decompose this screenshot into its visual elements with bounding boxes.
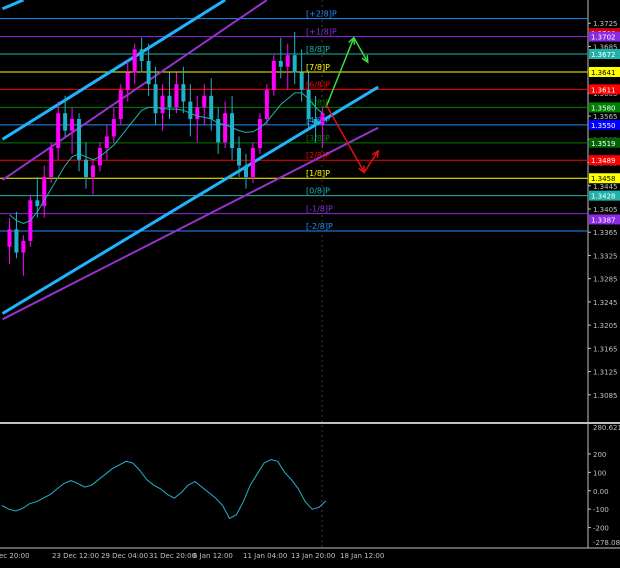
candle-body bbox=[125, 72, 130, 90]
candle-body bbox=[49, 148, 54, 178]
price-tick-label: 1.3325 bbox=[593, 252, 618, 260]
price-label-text: 1.3489 bbox=[591, 157, 616, 165]
murrey-level-label: [+1/8]P bbox=[306, 28, 337, 37]
forex-chart: 1.37251.36851.36451.36051.35651.35251.34… bbox=[0, 0, 620, 564]
candle-body bbox=[320, 113, 325, 125]
time-tick-label: 6 Jan 12:00 bbox=[193, 552, 233, 560]
osc-top-value: 280.6215 bbox=[593, 424, 620, 432]
osc-tick-label: -200 bbox=[593, 525, 609, 533]
osc-tick-label: 100 bbox=[593, 469, 606, 477]
price-label-text: 1.3550 bbox=[591, 122, 616, 130]
candle-body bbox=[132, 49, 137, 73]
time-tick-label: 13 Jan 20:00 bbox=[291, 552, 335, 560]
candle-body bbox=[146, 60, 151, 85]
murrey-level-label: [7/8]P bbox=[306, 63, 330, 72]
price-tick-label: 1.3285 bbox=[593, 276, 618, 284]
murrey-level-label: [1/8]P bbox=[306, 169, 330, 178]
candle-body bbox=[230, 113, 235, 149]
candle-body bbox=[188, 101, 193, 120]
candle-body bbox=[237, 148, 242, 166]
price-label-text: 1.3519 bbox=[591, 140, 616, 148]
candle-body bbox=[7, 229, 12, 247]
price-tick-label: 1.3165 bbox=[593, 345, 618, 353]
price-label-text: 1.3580 bbox=[591, 104, 616, 112]
candle-body bbox=[84, 159, 88, 178]
price-tick-label: 1.3445 bbox=[593, 183, 618, 191]
price-tick-label: 1.3205 bbox=[593, 322, 618, 330]
time-tick-label: 20 Dec 20:00 bbox=[0, 552, 30, 560]
candle-body bbox=[21, 240, 26, 253]
chart-svg: 1.37251.36851.36451.36051.35651.35251.34… bbox=[0, 0, 620, 564]
time-tick-label: 29 Dec 04:00 bbox=[101, 552, 148, 560]
candle-body bbox=[118, 89, 123, 120]
candle-body bbox=[271, 60, 276, 90]
murrey-level-label: [3/8]P bbox=[306, 134, 330, 143]
price-label-text: 1.3428 bbox=[591, 193, 616, 201]
murrey-level-label: [8/8]P bbox=[306, 45, 330, 54]
candle-body bbox=[299, 72, 304, 90]
candle-body bbox=[292, 55, 297, 73]
osc-tick-label: 0.00 bbox=[593, 488, 609, 496]
candle-body bbox=[195, 107, 200, 120]
price-label-text: 1.3458 bbox=[591, 175, 616, 183]
murrey-level-label: [6/8]P bbox=[306, 80, 330, 89]
candle-body bbox=[202, 95, 207, 108]
price-tick-label: 1.3725 bbox=[593, 20, 618, 28]
price-label-text: 1.3387 bbox=[591, 216, 616, 224]
murrey-level-label: [-1/8]P bbox=[306, 205, 333, 214]
osc-tick-label: 200 bbox=[593, 451, 606, 459]
time-tick-label: 11 Jan 04:00 bbox=[243, 552, 287, 560]
price-tick-label: 1.3405 bbox=[593, 206, 618, 214]
candle-body bbox=[56, 113, 61, 149]
candle-body bbox=[181, 84, 186, 102]
price-tick-label: 1.3125 bbox=[593, 369, 618, 377]
price-tick-label: 1.3365 bbox=[593, 229, 618, 237]
price-tick-label: 1.3245 bbox=[593, 299, 618, 307]
candle-body bbox=[257, 119, 262, 149]
candle-body bbox=[104, 136, 109, 149]
candle-body bbox=[70, 119, 75, 131]
candle-body bbox=[306, 89, 311, 120]
candle-body bbox=[244, 165, 248, 178]
time-tick-label: 23 Dec 12:00 bbox=[52, 552, 99, 560]
candle-body bbox=[209, 95, 214, 120]
candle-body bbox=[285, 55, 290, 67]
candle-body bbox=[278, 60, 283, 67]
osc-bottom-value: -278.0845 bbox=[593, 539, 620, 547]
candle-body bbox=[160, 95, 165, 114]
osc-tick-label: -100 bbox=[593, 506, 609, 514]
price-label-text: 1.3702 bbox=[591, 34, 616, 42]
candle-body bbox=[223, 113, 228, 143]
price-tick-label: 1.3085 bbox=[593, 392, 618, 400]
candle-body bbox=[313, 119, 318, 125]
candle-body bbox=[14, 229, 19, 253]
candle-body bbox=[90, 165, 95, 178]
candle-body bbox=[139, 49, 144, 61]
price-label-text: 1.3641 bbox=[591, 69, 616, 77]
murrey-level-label: [0/8]P bbox=[306, 187, 330, 196]
candle-body bbox=[264, 89, 269, 120]
candle-body bbox=[35, 200, 40, 207]
candle-body bbox=[63, 113, 68, 131]
candle-body bbox=[250, 148, 255, 178]
candle-body bbox=[174, 84, 179, 108]
time-tick-label: 18 Jan 12:00 bbox=[340, 552, 384, 560]
time-tick-label: 31 Dec 20:00 bbox=[149, 552, 196, 560]
candle-body bbox=[167, 95, 172, 108]
murrey-level-label: [-2/8]P bbox=[306, 222, 333, 231]
price-label-text: 1.3672 bbox=[591, 51, 616, 59]
murrey-level-label: [+2/8]P bbox=[306, 10, 337, 19]
price-label-text: 1.3611 bbox=[591, 86, 616, 94]
candle-body bbox=[153, 84, 158, 114]
candle-body bbox=[111, 119, 116, 137]
